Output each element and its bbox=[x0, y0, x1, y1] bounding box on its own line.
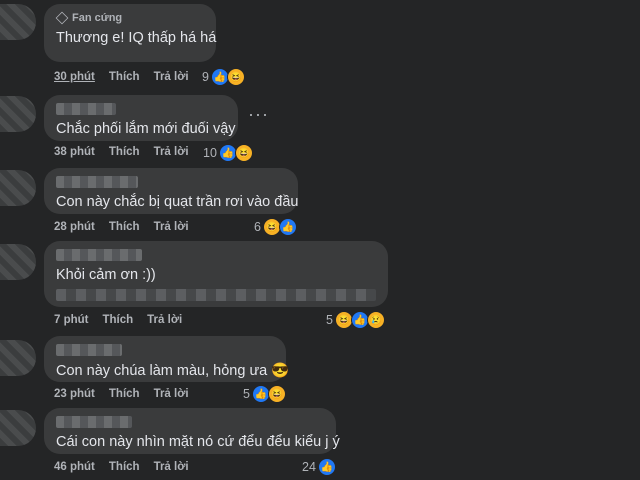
haha-icon: 😆 bbox=[226, 68, 245, 86]
comment-text: Con này chắc bị quạt trần rơi vào đầu bbox=[56, 194, 299, 210]
comment-actions: 30 phút Thích Trả lời bbox=[54, 71, 189, 83]
avatar[interactable] bbox=[0, 410, 36, 446]
like-button[interactable]: Thích bbox=[109, 221, 140, 233]
comment-text: Chắc phối lắm mới đuối vậy bbox=[56, 121, 236, 137]
comment-text: Thương e! IQ thấp há há bbox=[56, 30, 217, 46]
comment-text: Khỏi cảm ơn :)) bbox=[56, 267, 156, 283]
comment-time[interactable]: 28 phút bbox=[54, 221, 95, 233]
reaction-summary[interactable]: 10 👍 😆 bbox=[203, 144, 253, 162]
more-options-icon[interactable]: ··· bbox=[248, 104, 269, 125]
comment-text: Cái con này nhìn mặt nó cứ đểu đểu kiểu … bbox=[56, 434, 340, 450]
reaction-count: 24 bbox=[302, 460, 316, 474]
reply-button[interactable]: Trả lời bbox=[154, 146, 189, 158]
reaction-count: 6 bbox=[254, 220, 261, 234]
reply-button[interactable]: Trả lời bbox=[147, 314, 182, 326]
reaction-summary[interactable]: 24 👍 bbox=[302, 458, 336, 476]
author-name[interactable] bbox=[56, 176, 138, 188]
diamond-icon bbox=[55, 11, 69, 25]
like-button[interactable]: Thích bbox=[103, 314, 134, 326]
like-icon: 👍 bbox=[317, 458, 336, 476]
like-button[interactable]: Thích bbox=[109, 388, 140, 400]
comment-text: Con này chúa làm màu, hỏng ưa 😎 bbox=[56, 363, 290, 379]
haha-icon: 😆 bbox=[267, 385, 286, 403]
blurred-text bbox=[56, 289, 376, 301]
comment-actions: 7 phút Thích Trả lời bbox=[54, 314, 182, 326]
comment-bubble: Chắc phối lắm mới đuối vậy bbox=[44, 95, 238, 141]
comment-bubble: Con này chắc bị quạt trần rơi vào đầu bbox=[44, 168, 298, 214]
like-button[interactable]: Thích bbox=[109, 461, 140, 473]
avatar[interactable] bbox=[0, 170, 36, 206]
haha-icon: 😆 bbox=[234, 144, 253, 162]
reaction-count: 10 bbox=[203, 146, 217, 160]
reply-button[interactable]: Trả lời bbox=[154, 388, 189, 400]
reaction-summary[interactable]: 5 😆 👍 😢 bbox=[326, 311, 385, 329]
comment-time[interactable]: 7 phút bbox=[54, 314, 89, 326]
comment-bubble: Khỏi cảm ơn :)) bbox=[44, 241, 388, 307]
reaction-count: 9 bbox=[202, 70, 209, 84]
avatar[interactable] bbox=[0, 4, 36, 40]
fan-badge: Fan cứng bbox=[55, 11, 204, 25]
comment-bubble: Fan cứng Thương e! IQ thấp há há bbox=[44, 4, 216, 62]
comment-actions: 23 phút Thích Trả lời bbox=[54, 388, 189, 400]
reaction-summary[interactable]: 9 👍 😆 bbox=[202, 68, 245, 86]
avatar[interactable] bbox=[0, 96, 36, 132]
comment-time[interactable]: 23 phút bbox=[54, 388, 95, 400]
reply-button[interactable]: Trả lời bbox=[154, 71, 189, 83]
comment-actions: 28 phút Thích Trả lời bbox=[54, 221, 189, 233]
comment-actions: 46 phút Thích Trả lời bbox=[54, 461, 189, 473]
comment-actions: 38 phút Thích Trả lời bbox=[54, 146, 189, 158]
reaction-summary[interactable]: 6 😆 👍 bbox=[254, 218, 297, 236]
avatar[interactable] bbox=[0, 340, 36, 376]
comment-bubble: Con này chúa làm màu, hỏng ưa 😎 bbox=[44, 336, 290, 382]
author-name[interactable] bbox=[56, 103, 116, 115]
like-button[interactable]: Thích bbox=[109, 71, 140, 83]
comment-time[interactable]: 38 phút bbox=[54, 146, 95, 158]
reaction-count: 5 bbox=[243, 387, 250, 401]
comment-bubble: Cái con này nhìn mặt nó cứ đểu đểu kiểu … bbox=[44, 408, 340, 454]
reaction-count: 5 bbox=[326, 313, 333, 327]
avatar[interactable] bbox=[0, 244, 36, 280]
like-button[interactable]: Thích bbox=[109, 146, 140, 158]
author-name[interactable] bbox=[56, 344, 122, 356]
reaction-summary[interactable]: 5 👍 😆 bbox=[243, 385, 286, 403]
sad-icon: 😢 bbox=[366, 311, 385, 329]
author-name[interactable] bbox=[56, 249, 142, 261]
reply-button[interactable]: Trả lời bbox=[154, 461, 189, 473]
like-icon: 👍 bbox=[278, 218, 297, 236]
comment-time[interactable]: 30 phút bbox=[54, 71, 95, 83]
author-name[interactable] bbox=[56, 416, 132, 428]
reply-button[interactable]: Trả lời bbox=[154, 221, 189, 233]
comment-time[interactable]: 46 phút bbox=[54, 461, 95, 473]
fan-badge-label: Fan cứng bbox=[72, 12, 123, 24]
